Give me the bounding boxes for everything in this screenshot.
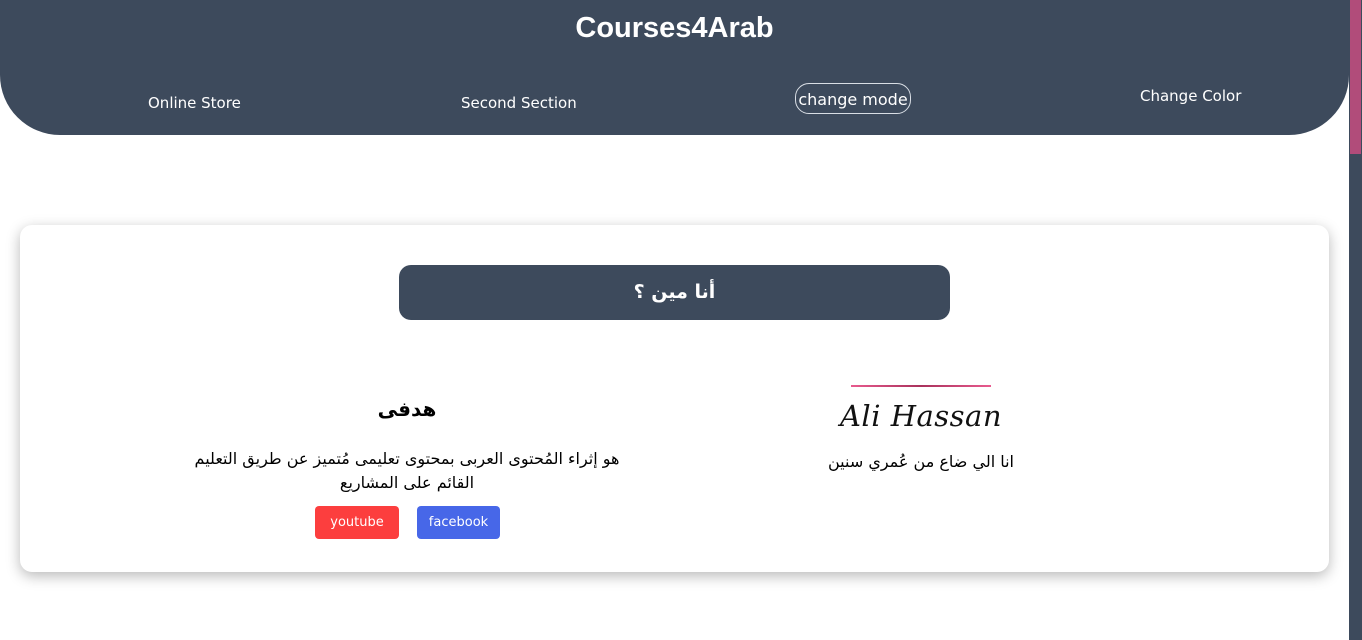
- accent-divider: [851, 385, 991, 387]
- goal-title: هدفى: [377, 397, 437, 421]
- about-card: أنا مين ؟ هدفى هو إثراء المُحتوى العربى …: [20, 225, 1329, 572]
- vertical-scrollbar[interactable]: [1349, 0, 1362, 640]
- nav-second-section-link[interactable]: Second Section: [461, 94, 577, 112]
- about-heading: أنا مين ؟: [399, 265, 950, 320]
- author-signature: Ali Hassan: [839, 399, 1003, 433]
- site-header: Courses4Arab Online Store Second Section…: [0, 0, 1349, 135]
- change-color-link[interactable]: Change Color: [1140, 87, 1241, 105]
- nav-online-store-link[interactable]: Online Store: [148, 94, 241, 112]
- page: Courses4Arab Online Store Second Section…: [0, 0, 1362, 640]
- scrollbar-thumb[interactable]: [1350, 0, 1361, 154]
- goal-text: هو إثراء المُحتوى العربى بمحتوى تعليمى م…: [194, 449, 620, 492]
- facebook-button[interactable]: facebook: [417, 506, 500, 539]
- author-bio: انا الي ضاع من عُمري سنين: [827, 452, 1014, 471]
- site-title: Courses4Arab: [575, 12, 774, 44]
- change-mode-button[interactable]: change mode: [795, 83, 911, 114]
- youtube-button[interactable]: youtube: [315, 506, 399, 539]
